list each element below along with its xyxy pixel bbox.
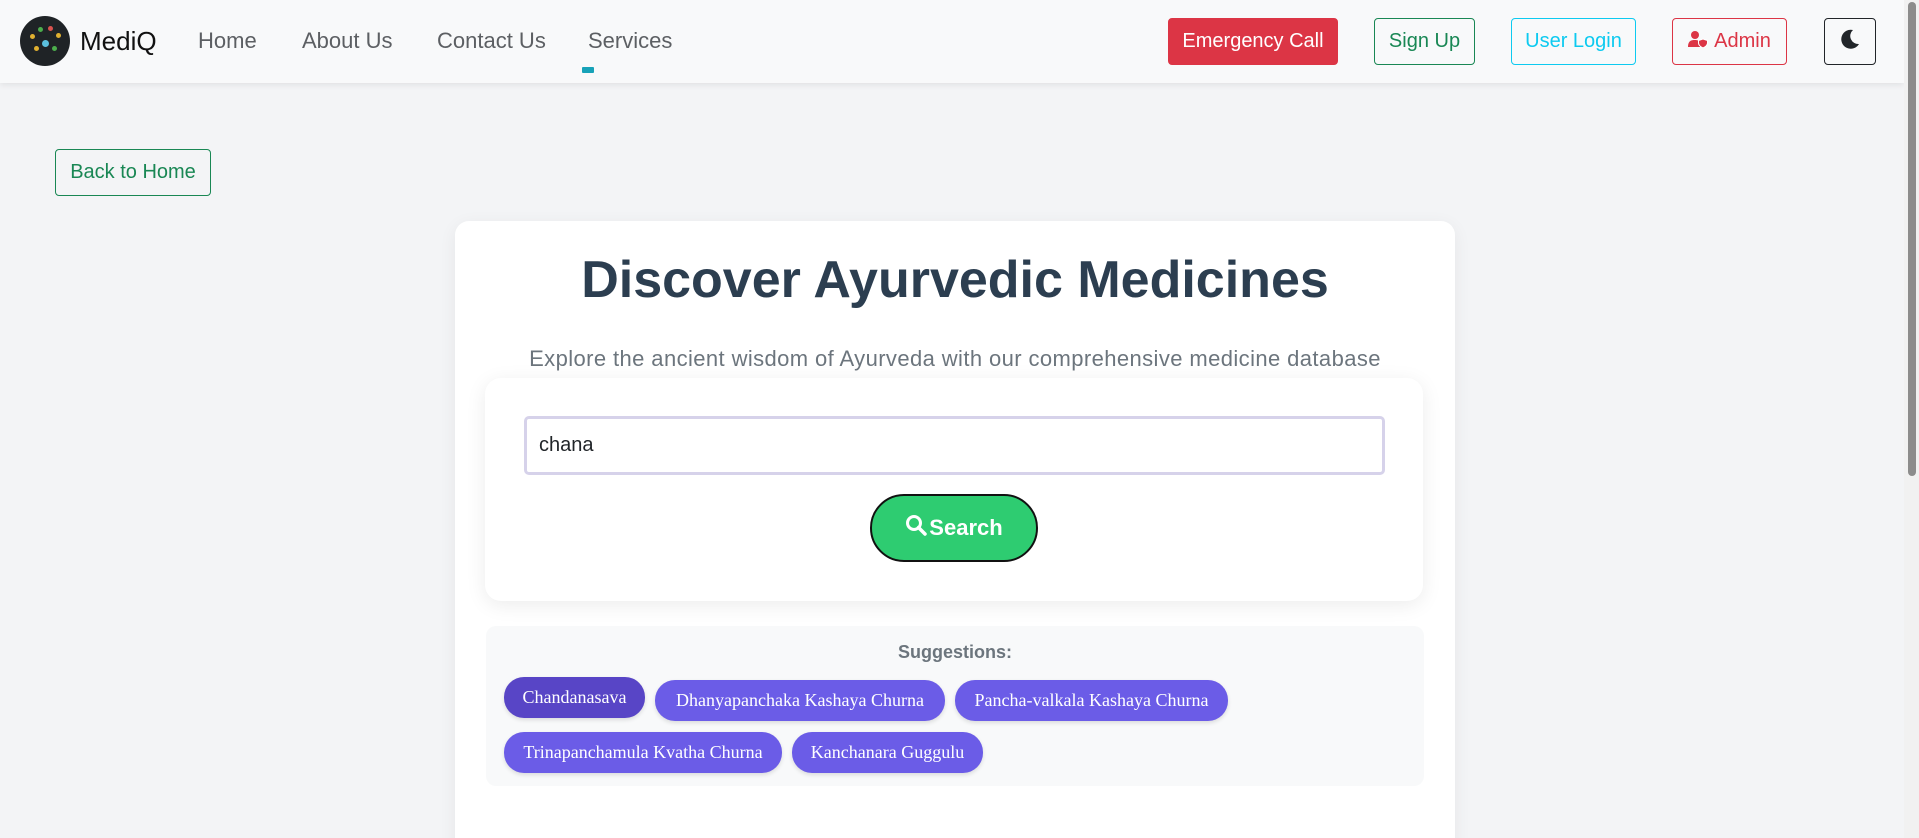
back-to-home-button[interactable]: Back to Home	[55, 149, 211, 196]
nav-home[interactable]: Home	[198, 28, 257, 54]
admin-label: Admin	[1714, 30, 1771, 52]
user-login-button[interactable]: User Login	[1511, 18, 1636, 65]
page-subtitle: Explore the ancient wisdom of Ayurveda w…	[529, 346, 1381, 371]
medicine-search-input[interactable]	[524, 416, 1385, 475]
navbar: MediQ Home About Us Contact Us Services …	[0, 0, 1904, 83]
suggestion-chip[interactable]: Dhanyapanchaka Kashaya Churna	[655, 680, 945, 721]
suggestion-chip[interactable]: Trinapanchamula Kvatha Churna	[504, 732, 782, 773]
suggestion-chip[interactable]: Chandanasava	[504, 677, 645, 718]
nav-contact-us[interactable]: Contact Us	[437, 28, 546, 54]
theme-toggle-button[interactable]	[1824, 18, 1876, 65]
brand[interactable]: MediQ	[20, 16, 157, 66]
scrollbar-thumb[interactable]	[1908, 2, 1916, 476]
search-button-label: Search	[929, 515, 1003, 540]
user-shield-icon	[1688, 30, 1709, 54]
moon-icon	[1839, 28, 1861, 56]
search-icon	[905, 514, 928, 542]
suggestion-chip[interactable]: Kanchanara Guggulu	[792, 732, 983, 773]
page-scrollbar[interactable]	[1904, 0, 1919, 838]
search-panel	[485, 378, 1423, 601]
emergency-call-button[interactable]: Emergency Call	[1168, 18, 1338, 65]
services-dropdown-indicator	[582, 67, 594, 73]
logo-icon	[20, 16, 70, 66]
search-button[interactable]: Search	[870, 494, 1038, 562]
nav-about-us[interactable]: About Us	[302, 28, 393, 54]
page-title: Discover Ayurvedic Medicines	[581, 251, 1329, 309]
sign-up-button[interactable]: Sign Up	[1374, 18, 1475, 65]
nav-services[interactable]: Services	[588, 28, 672, 54]
brand-name: MediQ	[80, 25, 157, 56]
suggestion-chip[interactable]: Pancha-valkala Kashaya Churna	[955, 680, 1228, 721]
suggestions-label: Suggestions:	[897, 642, 1012, 662]
admin-button[interactable]: Admin	[1672, 18, 1787, 65]
